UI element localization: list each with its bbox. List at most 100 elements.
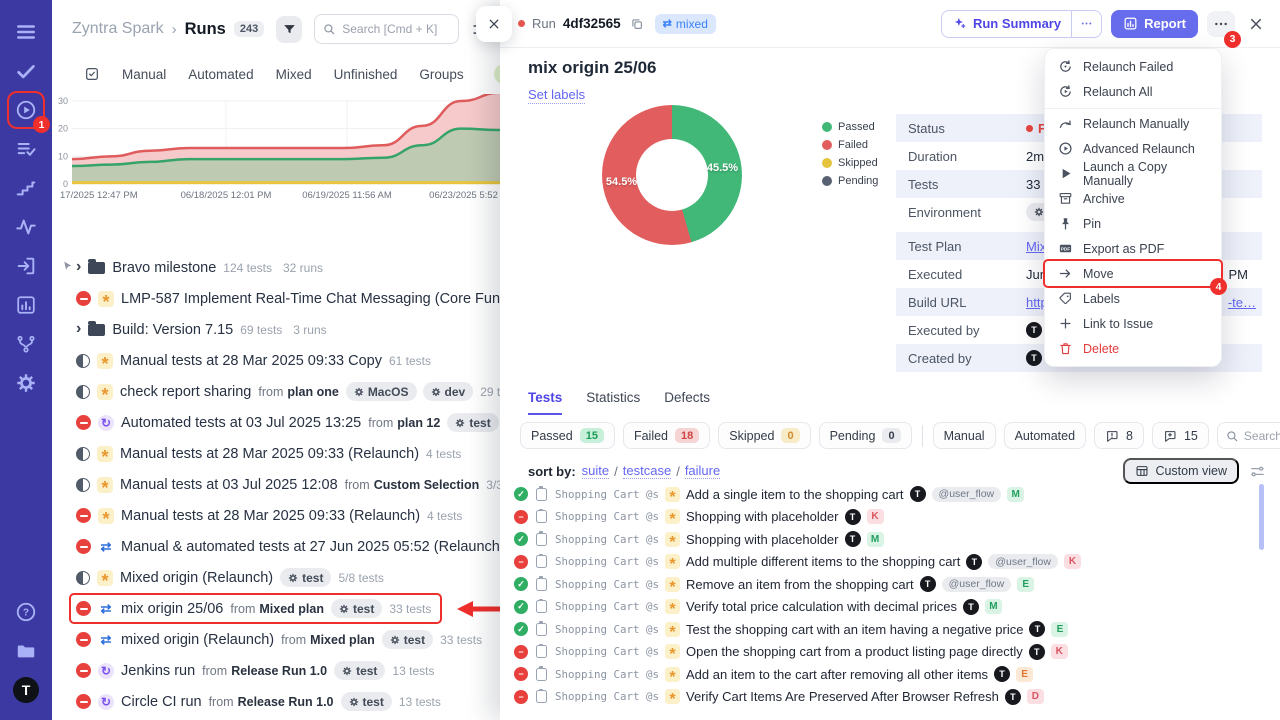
run-row[interactable]: Circle CI run from Release Run 1.0 test … <box>52 686 500 717</box>
expand-chevron-icon[interactable]: › <box>76 321 81 337</box>
test-row[interactable]: Shopping Cart @s… Add an item to the car… <box>514 663 1258 686</box>
test-row[interactable]: Shopping Cart @s… Verify total price cal… <box>514 596 1258 619</box>
menu-item[interactable]: Move 4 <box>1045 261 1221 286</box>
run-title[interactable]: Mixed origin (Relaunch) <box>120 570 273 586</box>
panel-close-button[interactable] <box>476 6 512 42</box>
run-summary-button[interactable]: Run Summary <box>941 10 1102 38</box>
suite-name[interactable]: Shopping Cart @s… <box>555 623 659 636</box>
tab-automated[interactable]: Automated <box>188 67 253 82</box>
run-row[interactable]: check report sharing from plan one MacOS… <box>52 376 500 407</box>
menu-item[interactable]: Relaunch Manually <box>1045 108 1221 136</box>
test-title[interactable]: Add a single item to the shopping cart <box>686 487 904 502</box>
tests-scrollbar[interactable] <box>1259 484 1264 550</box>
run-title[interactable]: Manual tests at 28 Mar 2025 09:33 (Relau… <box>120 446 419 462</box>
run-row[interactable]: Manual tests at 28 Mar 2025 09:33 (Relau… <box>52 438 500 469</box>
breadcrumb-project[interactable]: Zyntra Spark <box>72 20 164 38</box>
sidebar-item[interactable] <box>0 363 52 402</box>
status-filter-button[interactable]: Passed 15 <box>520 422 615 449</box>
menu-item[interactable]: Launch a Copy Manually <box>1045 161 1221 186</box>
test-row[interactable]: Shopping Cart @s… Open the shopping cart… <box>514 641 1258 664</box>
run-row[interactable]: Manual tests at 03 Jul 2025 12:08 from C… <box>52 469 500 500</box>
test-title[interactable]: Add multiple different items to the shop… <box>686 554 960 569</box>
run-type-chip[interactable]: mixed <box>655 14 716 34</box>
sidebar-item[interactable] <box>0 129 52 168</box>
run-row[interactable]: LMP-587 Implement Real-Time Chat Messagi… <box>52 283 500 314</box>
run-title[interactable]: Manual tests at 28 Mar 2025 09:33 Copy <box>120 353 382 369</box>
comment-counter-button[interactable]: 8 <box>1094 422 1144 449</box>
run-title[interactable]: Build: Version 7.15 <box>112 322 233 338</box>
menu-item[interactable]: Archive <box>1045 186 1221 211</box>
test-row[interactable]: Shopping Cart @s… Shopping with placehol… <box>514 506 1258 529</box>
run-row[interactable]: Jenkins run from Release Run 1.0 test 13… <box>52 655 500 686</box>
menu-item[interactable]: Advanced Relaunch <box>1045 136 1221 161</box>
test-title[interactable]: Add an item to the cart after removing a… <box>686 667 988 682</box>
menu-item[interactable]: Relaunch Failed <box>1045 54 1221 79</box>
test-row[interactable]: Shopping Cart @s… Add a single item to t… <box>514 483 1258 506</box>
run-row[interactable]: Manual & automated tests at 27 Jun 2025 … <box>52 531 500 562</box>
more-actions-button[interactable]: 3 <box>1207 11 1235 37</box>
sidebar-item[interactable] <box>0 168 52 207</box>
run-title[interactable]: Jenkins run <box>121 663 195 679</box>
sidebar-item[interactable] <box>0 207 52 246</box>
run-row[interactable]: Manual tests at 28 Mar 2025 09:33 Copy 6… <box>52 345 500 376</box>
run-source-plan[interactable]: plan one <box>287 385 338 399</box>
test-title[interactable]: Test the shopping cart with an item havi… <box>686 622 1023 637</box>
sidebar-item[interactable] <box>0 631 52 670</box>
sidebar-item[interactable] <box>0 246 52 285</box>
tab-unfinished[interactable]: Unfinished <box>334 67 398 82</box>
menu-item[interactable]: Delete <box>1045 336 1221 361</box>
menu-item[interactable]: Labels <box>1045 286 1221 311</box>
run-detail-tab[interactable]: Statistics <box>586 390 640 415</box>
run-title[interactable]: mix origin 25/06 <box>121 601 223 617</box>
run-source-plan[interactable]: Mixed plan <box>310 633 375 647</box>
sort-by-failure[interactable]: failure <box>685 463 720 479</box>
test-title[interactable]: Open the shopping cart from a product li… <box>686 644 1023 659</box>
suite-name[interactable]: Shopping Cart @s… <box>555 578 659 591</box>
comment-counter-button[interactable]: 15 <box>1152 422 1209 449</box>
run-title[interactable]: Bravo milestone <box>112 260 216 276</box>
run-title[interactable]: Circle CI run <box>121 694 202 710</box>
run-source-plan[interactable]: Release Run 1.0 <box>231 664 327 678</box>
suite-name[interactable]: Shopping Cart @s… <box>555 690 659 703</box>
mode-filter-button[interactable]: Manual <box>933 422 996 449</box>
sort-by-suite[interactable]: suite <box>582 463 609 479</box>
run-title[interactable]: Manual & automated tests at 27 Jun 2025 … <box>121 539 500 555</box>
menu-item[interactable]: Relaunch All <box>1045 79 1221 104</box>
run-source-plan[interactable]: Mixed plan <box>259 602 324 616</box>
test-row[interactable]: Shopping Cart @s… Verify Cart Items Are … <box>514 686 1258 709</box>
run-row[interactable]: › Build: Version 7.15 69 tests 3 runs <box>52 314 500 345</box>
copy-run-id-icon[interactable] <box>630 17 644 31</box>
suite-name[interactable]: Shopping Cart @s… <box>555 555 659 568</box>
sidebar-item[interactable] <box>0 324 52 363</box>
filter-button[interactable] <box>276 16 302 43</box>
run-title[interactable]: Manual tests at 28 Mar 2025 09:33 (Relau… <box>121 508 420 524</box>
sidebar-item[interactable] <box>0 12 52 51</box>
tab-manual[interactable]: Manual <box>122 67 166 82</box>
close-run-icon[interactable] <box>1248 16 1264 32</box>
test-title[interactable]: Shopping with placeholder <box>686 509 839 524</box>
run-row[interactable]: Manual tests at 28 Mar 2025 09:33 (Relau… <box>52 500 500 531</box>
expand-chevron-icon[interactable]: › <box>76 259 81 275</box>
test-row[interactable]: Shopping Cart @s… Shopping with placehol… <box>514 528 1258 551</box>
run-title[interactable]: LMP-587 Implement Real-Time Chat Messagi… <box>121 291 500 307</box>
test-row[interactable]: Shopping Cart @s… Add multiple different… <box>514 551 1258 574</box>
report-button[interactable]: Report <box>1111 10 1198 38</box>
suite-name[interactable]: Shopping Cart @s… <box>555 533 659 546</box>
run-row[interactable]: mixed origin (Relaunch) from Mixed plan … <box>52 624 500 655</box>
run-title[interactable]: Automated tests at 03 Jul 2025 13:25 <box>121 415 361 431</box>
info-link-end[interactable]: -te… <box>1228 295 1256 310</box>
run-source-plan[interactable]: Release Run 1.0 <box>238 695 334 709</box>
run-title[interactable]: mixed origin (Relaunch) <box>121 632 274 648</box>
sidebar-logo[interactable]: T <box>0 670 52 709</box>
menu-item[interactable]: Link to Issue <box>1045 311 1221 336</box>
test-row[interactable]: Shopping Cart @s… Remove an item from th… <box>514 573 1258 596</box>
run-summary-more-button[interactable] <box>1071 11 1101 37</box>
sidebar-item[interactable] <box>0 51 52 90</box>
run-detail-tab[interactable]: Defects <box>664 390 710 415</box>
test-title[interactable]: Verify Cart Items Are Preserved After Br… <box>686 689 999 704</box>
suite-name[interactable]: Shopping Cart @s… <box>555 488 659 501</box>
run-row[interactable]: › Bravo milestone 124 tests 32 runs <box>52 252 500 283</box>
test-row[interactable]: Shopping Cart @s… Test the shopping cart… <box>514 618 1258 641</box>
breadcrumb-section[interactable]: Runs <box>185 20 226 39</box>
tab-groups[interactable]: Groups <box>419 67 463 82</box>
